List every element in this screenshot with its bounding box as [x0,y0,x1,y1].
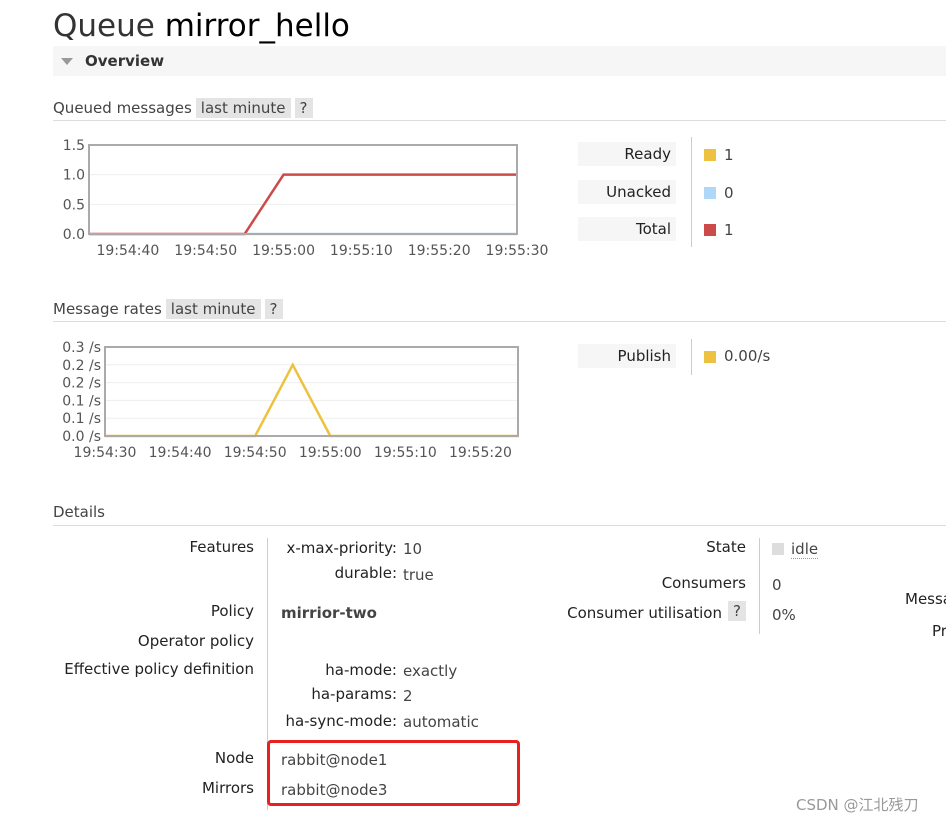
range-selector[interactable]: last minute [195,98,291,118]
ready-value: 1 [724,146,734,164]
total-value: 1 [724,221,734,239]
unacked-swatch [704,187,716,199]
feature-value: true [403,566,434,584]
x-tick-label: 19:55:10 [330,243,393,259]
y-tick-label: 0.5 [63,197,85,213]
x-tick-label: 19:54:40 [96,243,159,259]
y-tick-label: 0.1 /s [62,411,101,427]
policy-key: ha-sync-mode: [285,712,397,730]
consumer-utilisation-label: Consumer utilisation [567,604,722,622]
y-tick-label: 0.3 /s [62,340,101,356]
legend-unacked: Unacked [578,180,676,204]
legend-publish: Publish [578,344,676,368]
consumer-utilisation-value: 0% [772,606,796,624]
x-tick-label: 19:55:00 [299,445,362,461]
x-tick-label: 19:54:30 [74,445,137,461]
policy-value: exactly [403,662,458,680]
policy-key: ha-params: [311,685,397,703]
plot-frame [104,346,519,437]
x-tick-label: 19:54:40 [149,445,212,461]
unacked-value: 0 [724,184,734,202]
x-tick-label: 19:54:50 [224,445,287,461]
overview-section-toggle[interactable]: Overview [53,46,946,76]
policy-value: automatic [403,713,479,731]
y-tick-label: 0.2 /s [62,376,101,392]
consumers-value: 0 [772,576,782,594]
feature-key: x-max-priority: [286,539,397,557]
plot-frame [88,144,518,235]
feature-key: durable: [334,564,397,582]
page-title: Queue mirror_hello [53,8,350,44]
publish-value: 0.00/s [724,347,771,365]
help-button[interactable]: ? [728,601,746,621]
total-swatch [704,224,716,236]
x-tick-label: 19:55:00 [252,243,315,259]
y-tick-label: 1.5 [63,138,85,154]
policy-link[interactable]: mirrior-two [281,604,377,622]
process-label: Pr [932,622,946,640]
state-value: idle [791,540,819,559]
y-tick-label: 0.2 /s [62,358,101,374]
feature-value: 10 [403,540,423,558]
legend-ready: Ready [578,142,676,166]
y-tick-label: 0.1 /s [62,393,101,409]
state-indicator [772,543,784,555]
x-tick-label: 19:55:10 [374,445,437,461]
operator-policy-label: Operator policy [137,632,254,650]
publish-swatch [704,351,716,363]
node-label: Node [214,749,254,767]
y-tick-label: 0.0 /s [62,429,101,445]
watermark: CSDN @江北残刀 [796,796,919,814]
x-tick-label: 19:55:20 [408,243,471,259]
message-rates-header: Message rates last minute? [53,299,946,322]
features-label: Features [189,538,255,556]
policy-label: Policy [210,602,254,620]
help-button[interactable]: ? [294,98,313,118]
state-label: State [706,538,746,556]
policy-key: ha-mode: [325,661,397,679]
mirrors-label: Mirrors [201,779,254,797]
help-button[interactable]: ? [264,299,283,319]
range-selector[interactable]: last minute [165,299,261,319]
policy-value: 2 [403,687,413,705]
x-tick-label: 19:55:30 [486,243,549,259]
consumers-label: Consumers [661,574,746,592]
details-header: Details [53,503,946,526]
queued-messages-chart: 1.5 1.0 0.5 0.0 19:54:40 19:54:50 19:55:00 19:5… [63,138,549,259]
queued-messages-header: Queued messages last minute? [53,98,946,121]
messages-label: Messa [905,590,946,608]
collapse-triangle-icon [61,58,73,65]
highlight-box [267,740,520,806]
ready-swatch [704,149,716,161]
x-tick-label: 19:55:20 [449,445,512,461]
y-tick-label: 1.0 [63,168,85,184]
message-rates-chart: 0.3 /s0.2 /s0.2 /s0.1 /s0.1 /s0.0 /s19:5… [62,340,519,461]
y-tick-label: 0.0 [63,227,85,243]
legend-total: Total [578,217,676,241]
effective-policy-label: Effective policy definition [64,660,254,678]
x-tick-label: 19:54:50 [174,243,237,259]
